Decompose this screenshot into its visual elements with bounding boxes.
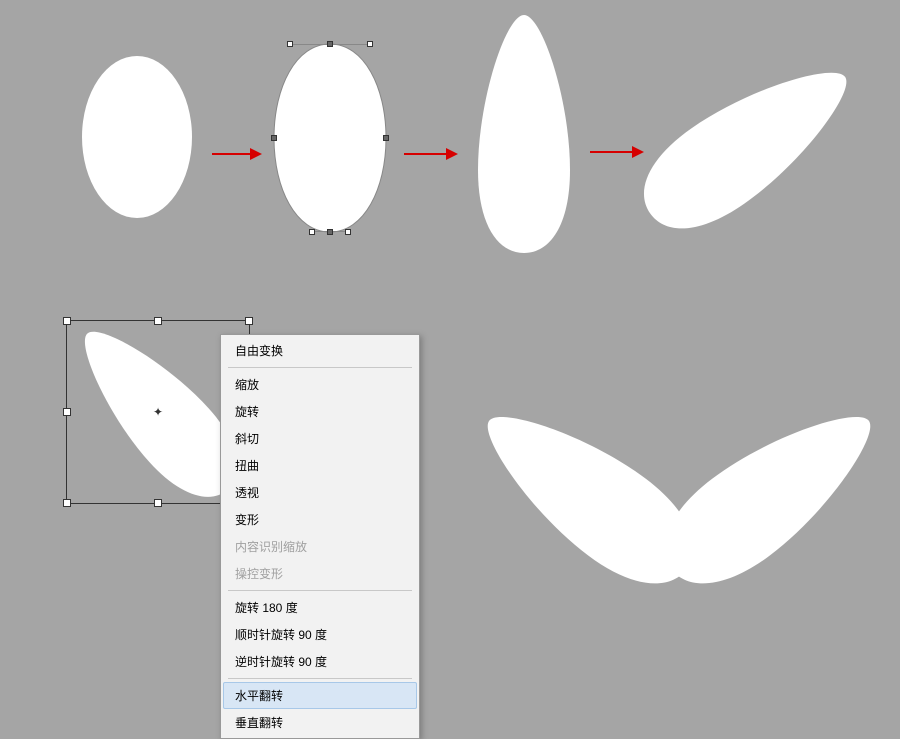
anchor-bottom[interactable] — [327, 229, 333, 235]
transform-handle-tr[interactable] — [245, 317, 253, 325]
menu-item-rotate-90-ccw[interactable]: 逆时针旋转 90 度 — [223, 648, 417, 675]
anchor-top[interactable] — [327, 41, 333, 47]
context-menu: 自由变换 缩放 旋转 斜切 扭曲 透视 变形 内容识别缩放 操控变形 旋转 18… — [220, 334, 420, 739]
menu-separator — [228, 678, 412, 679]
anchor-top-handle-right[interactable] — [367, 41, 373, 47]
shape-petal-right — [658, 388, 888, 598]
menu-item-free-transform[interactable]: 自由变换 — [223, 337, 417, 364]
menu-item-distort[interactable]: 扭曲 — [223, 452, 417, 479]
menu-item-content-aware-scale: 内容识别缩放 — [223, 533, 417, 560]
arrow-3 — [590, 146, 644, 158]
transform-center-icon[interactable]: ✦ — [151, 405, 165, 419]
shape-ellipse-step1 — [82, 56, 192, 218]
transform-handle-tl[interactable] — [63, 317, 71, 325]
menu-item-flip-vertical[interactable]: 垂直翻转 — [223, 709, 417, 736]
anchor-right[interactable] — [383, 135, 389, 141]
anchor-bottom-handle-left[interactable] — [309, 229, 315, 235]
menu-item-rotate-180[interactable]: 旋转 180 度 — [223, 594, 417, 621]
shape-teardrop-rotated-step4 — [640, 40, 870, 240]
shape-teardrop-step3 — [470, 10, 578, 258]
anchor-bottom-handle-right[interactable] — [345, 229, 351, 235]
shape-ellipse-editing-step2[interactable] — [272, 42, 388, 234]
menu-separator — [228, 590, 412, 591]
menu-item-rotate[interactable]: 旋转 — [223, 398, 417, 425]
transform-handle-bl[interactable] — [63, 499, 71, 507]
arrow-2 — [404, 148, 458, 160]
menu-item-rotate-90-cw[interactable]: 顺时针旋转 90 度 — [223, 621, 417, 648]
menu-item-scale[interactable]: 缩放 — [223, 371, 417, 398]
menu-item-skew[interactable]: 斜切 — [223, 425, 417, 452]
menu-item-perspective[interactable]: 透视 — [223, 479, 417, 506]
transform-handle-tm[interactable] — [154, 317, 162, 325]
menu-item-puppet-warp: 操控变形 — [223, 560, 417, 587]
anchor-top-handle-left[interactable] — [287, 41, 293, 47]
menu-separator — [228, 367, 412, 368]
menu-item-warp[interactable]: 变形 — [223, 506, 417, 533]
transform-handle-bm[interactable] — [154, 499, 162, 507]
anchor-left[interactable] — [271, 135, 277, 141]
arrow-1 — [212, 148, 262, 160]
transform-handle-ml[interactable] — [63, 408, 71, 416]
